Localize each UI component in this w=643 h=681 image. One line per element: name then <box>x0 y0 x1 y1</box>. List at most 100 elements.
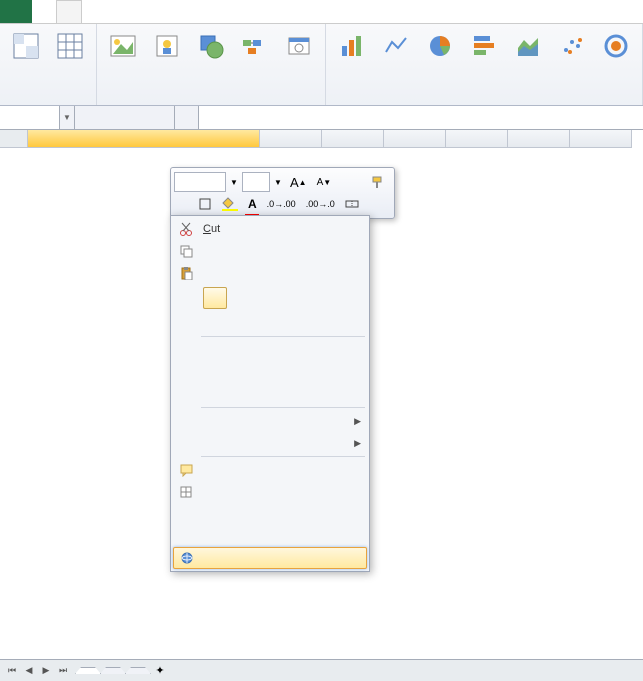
submenu-arrow-icon: ▶ <box>354 438 361 449</box>
tab-review[interactable] <box>154 0 178 23</box>
menu-cut[interactable]: Cut <box>173 218 367 240</box>
name-box[interactable] <box>0 106 60 129</box>
menu-paste-options-header <box>173 262 367 284</box>
tab-view[interactable] <box>178 0 202 23</box>
group-charts <box>326 24 643 105</box>
fx-button[interactable] <box>175 106 199 129</box>
select-all-corner[interactable] <box>0 130 28 148</box>
shapes-icon <box>195 30 227 62</box>
sheet-nav-last[interactable]: ⏭ <box>55 663 71 679</box>
pie-chart-icon <box>424 30 456 62</box>
sheet-tab-2[interactable] <box>100 667 126 674</box>
cut-icon <box>177 220 195 238</box>
font-size-dropdown[interactable]: ▼ <box>272 172 284 192</box>
menu-copy[interactable] <box>173 240 367 262</box>
copy-icon <box>177 242 195 260</box>
bar-chart-icon <box>468 30 500 62</box>
pivottable-button[interactable] <box>6 28 46 101</box>
area-chart-button[interactable] <box>508 28 548 101</box>
screenshot-button[interactable] <box>279 28 319 101</box>
menu-delete[interactable] <box>173 361 367 383</box>
group-illustrations <box>97 24 326 105</box>
shrink-font-button[interactable]: A▼ <box>313 172 336 192</box>
paste-icon <box>177 264 195 282</box>
submenu-arrow-icon: ▶ <box>354 416 361 427</box>
percent-button[interactable] <box>347 172 355 192</box>
menu-pick-list[interactable] <box>173 503 367 525</box>
formula-bar: ▼ <box>0 106 643 130</box>
sheet-tab-3[interactable] <box>125 667 151 674</box>
font-name-dropdown[interactable]: ▼ <box>228 172 240 192</box>
line-chart-button[interactable] <box>376 28 416 101</box>
sheet-nav-first[interactable]: ⏮ <box>4 663 20 679</box>
merge-button[interactable] <box>341 194 363 214</box>
format-painter-button[interactable] <box>367 172 389 192</box>
column-chart-button[interactable] <box>332 28 372 101</box>
colhead-G[interactable] <box>570 130 632 148</box>
table-button[interactable] <box>50 28 90 101</box>
tab-pagelayout[interactable] <box>82 0 106 23</box>
grid <box>0 130 643 148</box>
menu-clear-contents[interactable] <box>173 383 367 405</box>
grow-font-button[interactable]: A▲ <box>286 172 311 192</box>
menu-hyperlink[interactable] <box>173 547 367 569</box>
colhead-E[interactable] <box>446 130 508 148</box>
context-menu: Cut ▶ ▶ <box>170 215 370 572</box>
colhead-D[interactable] <box>384 130 446 148</box>
other-chart-button[interactable] <box>596 28 636 101</box>
column-chart-icon <box>336 30 368 62</box>
scatter-chart-button[interactable] <box>552 28 592 101</box>
shapes-button[interactable] <box>191 28 231 101</box>
tab-home[interactable] <box>32 0 56 23</box>
picture-icon <box>107 30 139 62</box>
formula-input[interactable] <box>199 106 643 129</box>
sheet-tab-bar: ⏮ ◀ ▶ ⏭ ✦ <box>0 659 643 681</box>
pie-chart-button[interactable] <box>420 28 460 101</box>
colhead-B[interactable] <box>260 130 322 148</box>
bold-button[interactable] <box>174 194 182 214</box>
fill-color-button[interactable] <box>218 194 242 214</box>
menu-sort[interactable]: ▶ <box>173 432 367 454</box>
ribbon-tabs <box>0 0 643 24</box>
tab-acrobat[interactable] <box>202 0 226 23</box>
area-chart-icon <box>512 30 544 62</box>
bar-chart-button[interactable] <box>464 28 504 101</box>
menu-insert-comment[interactable] <box>173 459 367 481</box>
colhead-C[interactable] <box>322 130 384 148</box>
increase-decimal-button[interactable]: .0→.00 <box>263 194 300 214</box>
menu-cut-label: Cut <box>203 223 220 235</box>
sheet-nav-next[interactable]: ▶ <box>38 663 54 679</box>
paste-option-keep-text[interactable] <box>203 287 227 309</box>
menu-define-name[interactable] <box>173 525 367 547</box>
italic-button[interactable] <box>184 194 192 214</box>
border-button[interactable] <box>194 194 216 214</box>
sheet-tab-1[interactable] <box>75 667 101 674</box>
sheet-nav-prev[interactable]: ◀ <box>21 663 37 679</box>
smartart-icon <box>239 30 271 62</box>
new-sheet-button[interactable]: ✦ <box>150 664 170 677</box>
tab-insert[interactable] <box>56 0 82 23</box>
menu-separator <box>201 456 365 457</box>
font-color-button[interactable]: A <box>244 194 261 214</box>
menu-paste-option-row <box>173 284 367 312</box>
clipart-button[interactable] <box>147 28 187 101</box>
name-box-dropdown[interactable]: ▼ <box>60 106 75 129</box>
comma-button[interactable] <box>357 172 365 192</box>
menu-insert[interactable] <box>173 339 367 361</box>
tab-data[interactable] <box>130 0 154 23</box>
menu-paste-special[interactable] <box>173 312 367 334</box>
decrease-decimal-button[interactable]: .00→.0 <box>302 194 339 214</box>
picture-button[interactable] <box>103 28 143 101</box>
tab-file[interactable] <box>0 0 32 23</box>
tab-formulas[interactable] <box>106 0 130 23</box>
font-size-select[interactable] <box>242 172 270 192</box>
group-tables <box>0 24 97 105</box>
menu-format-cells[interactable] <box>173 481 367 503</box>
colhead-F[interactable] <box>508 130 570 148</box>
smartart-button[interactable] <box>235 28 275 101</box>
font-name-select[interactable] <box>174 172 226 192</box>
currency-button[interactable] <box>337 172 345 192</box>
colhead-A[interactable] <box>28 130 260 148</box>
menu-filter[interactable]: ▶ <box>173 410 367 432</box>
menu-separator <box>201 336 365 337</box>
